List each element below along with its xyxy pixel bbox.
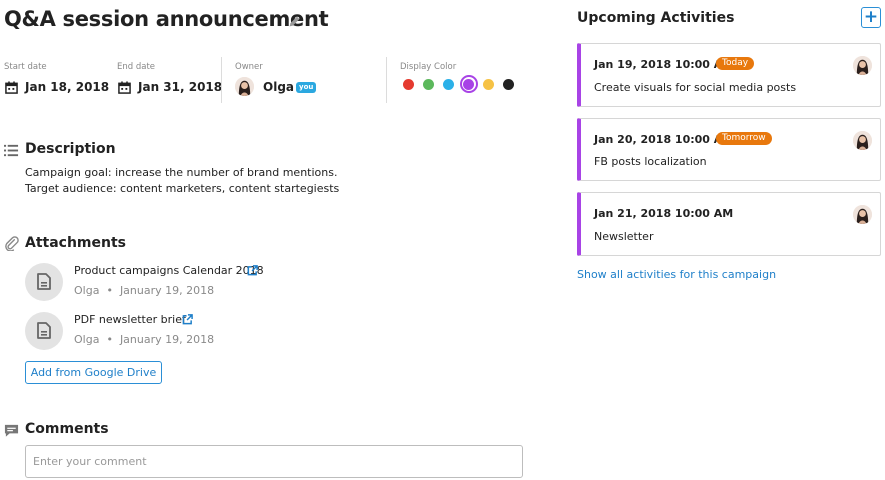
divider	[221, 57, 222, 103]
end-date-label: End date	[117, 62, 156, 72]
attachment-meta: Olga • January 19, 2018	[74, 333, 214, 346]
attachment-author: Olga	[74, 284, 100, 297]
bullet: •	[106, 333, 113, 346]
comments-title: Comments	[25, 421, 109, 437]
activity-date: Jan 21, 2018 10:00 AM	[594, 207, 734, 220]
attachment-author: Olga	[74, 333, 100, 346]
upcoming-activities-title: Upcoming Activities	[577, 10, 735, 26]
avatar	[853, 131, 872, 150]
start-date-label: Start date	[4, 62, 47, 72]
attachment-meta: Olga • January 19, 2018	[74, 284, 214, 297]
activity-date: Jan 19, 2018 10:00 AM	[594, 58, 734, 71]
show-all-activities-link[interactable]: Show all activities for this campaign	[577, 268, 776, 281]
file-icon	[25, 263, 63, 301]
today-badge: Today	[716, 57, 755, 70]
owner-label: Owner	[235, 62, 263, 72]
activity-title: FB posts localization	[594, 155, 707, 168]
paperclip-icon	[5, 236, 19, 251]
external-link-icon[interactable]	[182, 314, 193, 325]
divider	[386, 57, 387, 103]
activity-title: Create visuals for social media posts	[594, 81, 797, 94]
avatar	[853, 56, 872, 75]
color-swatch-green[interactable]	[423, 79, 434, 90]
color-swatch-blue[interactable]	[443, 79, 454, 90]
calendar-icon	[5, 81, 18, 94]
color-swatch-purple[interactable]	[463, 79, 474, 90]
owner-name[interactable]: Olga	[263, 80, 294, 94]
description-title: Description	[25, 141, 116, 157]
pencil-edit-icon[interactable]	[288, 15, 301, 28]
color-swatch-red[interactable]	[403, 79, 414, 90]
you-badge: you	[296, 82, 317, 93]
bullet: •	[106, 284, 113, 297]
end-date-value[interactable]: Jan 31, 2018	[138, 80, 222, 94]
comment-icon	[4, 424, 19, 437]
tomorrow-badge: Tomorrow	[716, 132, 772, 145]
avatar	[235, 77, 254, 96]
description-line: Campaign goal: increase the number of br…	[25, 166, 338, 179]
color-swatch-yellow[interactable]	[483, 79, 494, 90]
calendar-icon	[118, 81, 131, 94]
comment-input[interactable]: Enter your comment	[25, 445, 523, 478]
activity-card[interactable]: Jan 21, 2018 10:00 AM Newsletter	[577, 192, 881, 256]
comment-placeholder: Enter your comment	[33, 455, 147, 468]
attachments-title: Attachments	[25, 235, 127, 251]
external-link-icon[interactable]	[247, 265, 258, 276]
activity-title: Newsletter	[594, 230, 654, 243]
activity-card[interactable]: Jan 19, 2018 10:00 AM Today Create visua…	[577, 43, 881, 107]
attachment-name[interactable]: PDF newsletter brief	[74, 313, 186, 326]
attachment-name[interactable]: Product campaigns Calendar 2018	[74, 264, 264, 277]
display-color-label: Display Color	[400, 62, 457, 72]
file-icon	[25, 312, 63, 350]
attachment-date: January 19, 2018	[119, 284, 215, 297]
activity-date: Jan 20, 2018 10:00 AM	[594, 133, 734, 146]
description-line: Target audience: content marketers, cont…	[25, 182, 340, 195]
attachment-date: January 19, 2018	[119, 333, 215, 346]
add-from-google-drive-button[interactable]: Add from Google Drive	[25, 361, 162, 384]
add-activity-button[interactable]: +	[861, 7, 881, 28]
color-swatch-black[interactable]	[503, 79, 514, 90]
activity-card[interactable]: Jan 20, 2018 10:00 AM Tomorrow FB posts …	[577, 118, 881, 181]
list-icon	[4, 144, 19, 157]
page-title: Q&A session announcement	[4, 7, 329, 31]
avatar	[853, 205, 872, 224]
start-date-value[interactable]: Jan 18, 2018	[25, 80, 109, 94]
